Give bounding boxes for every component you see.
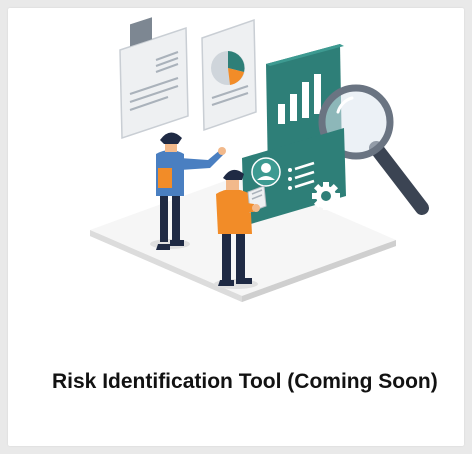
document-icon: [119, 17, 189, 140]
gear-icon: [312, 182, 340, 210]
card-title[interactable]: Risk Identification Tool (Coming Soon): [52, 368, 452, 396]
pie-chart-icon: [201, 18, 257, 132]
risk-tool-card[interactable]: Risk Identification Tool (Coming Soon): [8, 8, 464, 446]
risk-analysis-illustration: [90, 17, 429, 302]
